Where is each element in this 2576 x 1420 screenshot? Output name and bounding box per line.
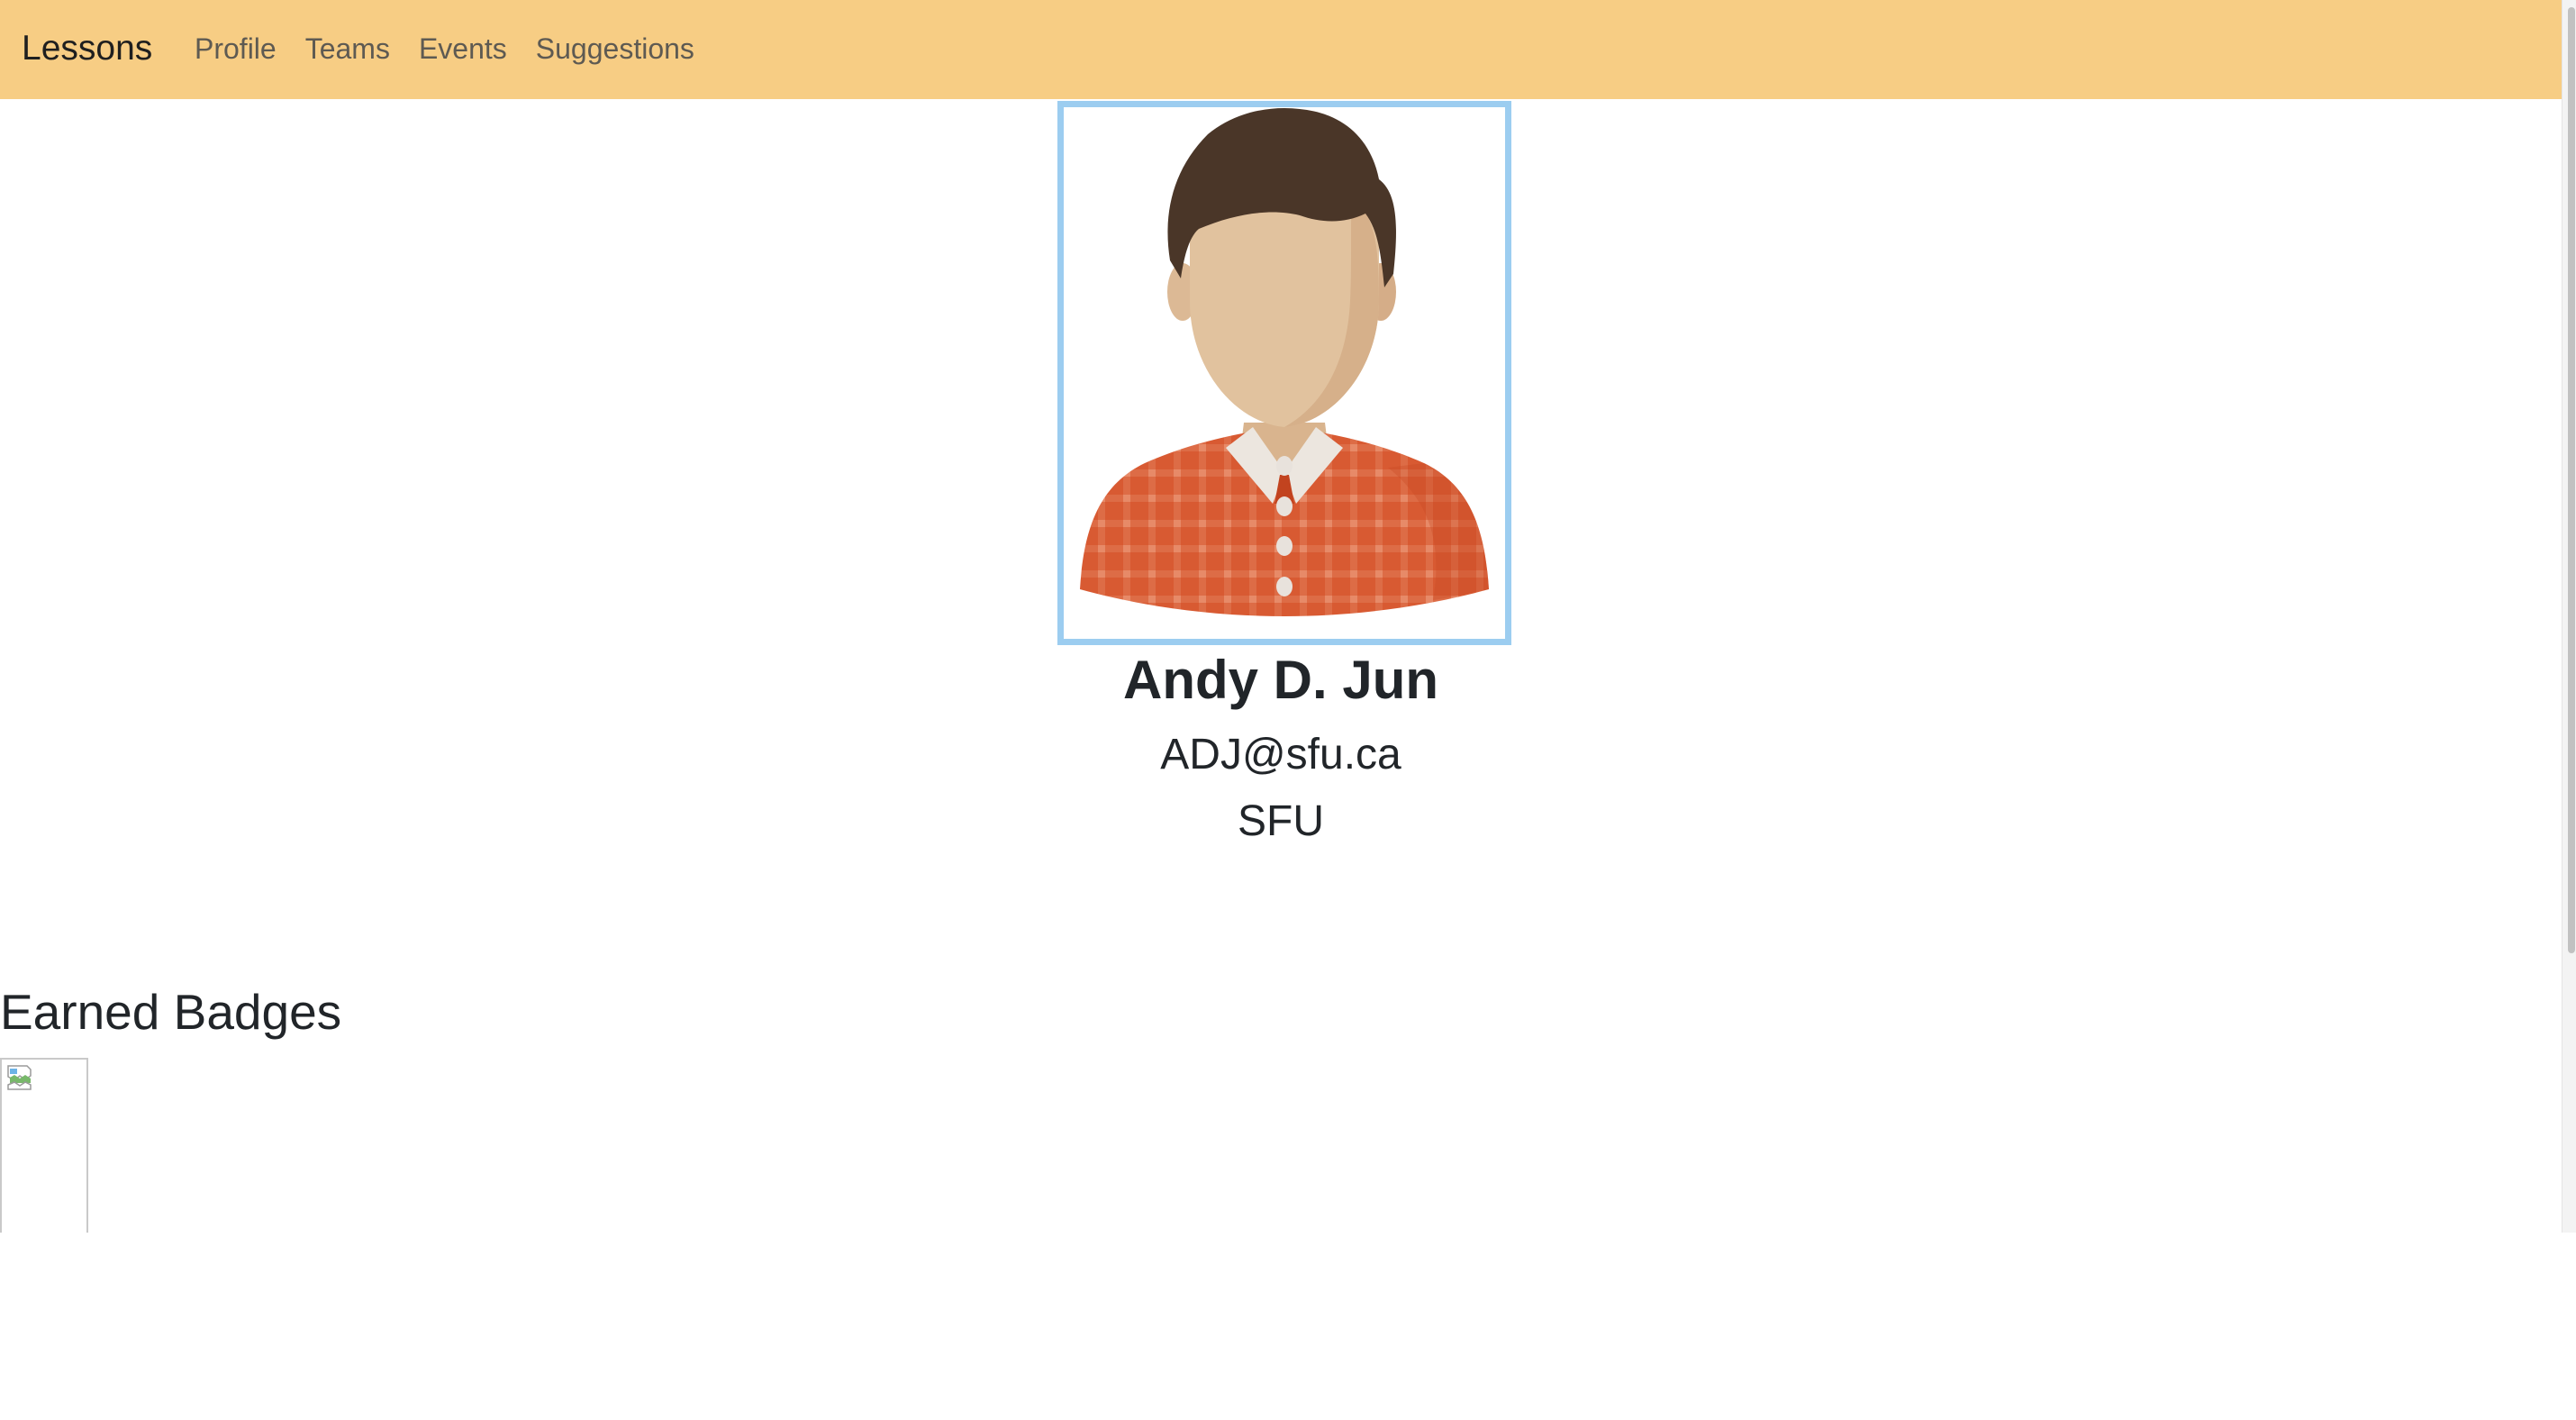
nav-link-teams[interactable]: Teams <box>305 27 390 70</box>
nav-link-events[interactable]: Events <box>419 27 507 70</box>
nav-links: Profile Teams Events Suggestions <box>195 27 694 70</box>
nav-link-suggestions[interactable]: Suggestions <box>536 27 694 70</box>
avatar-illustration-icon <box>1080 107 1489 616</box>
nav-link-profile[interactable]: Profile <box>195 27 277 70</box>
broken-image-icon <box>7 1065 32 1090</box>
scrollbar-thumb[interactable] <box>2568 7 2575 953</box>
profile-name: Andy D. Jun <box>1122 650 1438 710</box>
profile-organization: SFU <box>1238 797 1324 845</box>
earned-badges-heading: Earned Badges <box>0 984 342 1040</box>
profile-email: ADJ@sfu.ca <box>1160 731 1401 778</box>
badge-image <box>0 1058 88 1234</box>
page: Lessons Profile Teams Events Suggestions <box>0 0 2576 1420</box>
bottom-blank-area <box>0 1233 2576 1420</box>
brand-link[interactable]: Lessons <box>22 25 152 72</box>
top-navbar: Lessons Profile Teams Events Suggestions <box>0 0 2562 99</box>
avatar <box>1057 101 1511 645</box>
